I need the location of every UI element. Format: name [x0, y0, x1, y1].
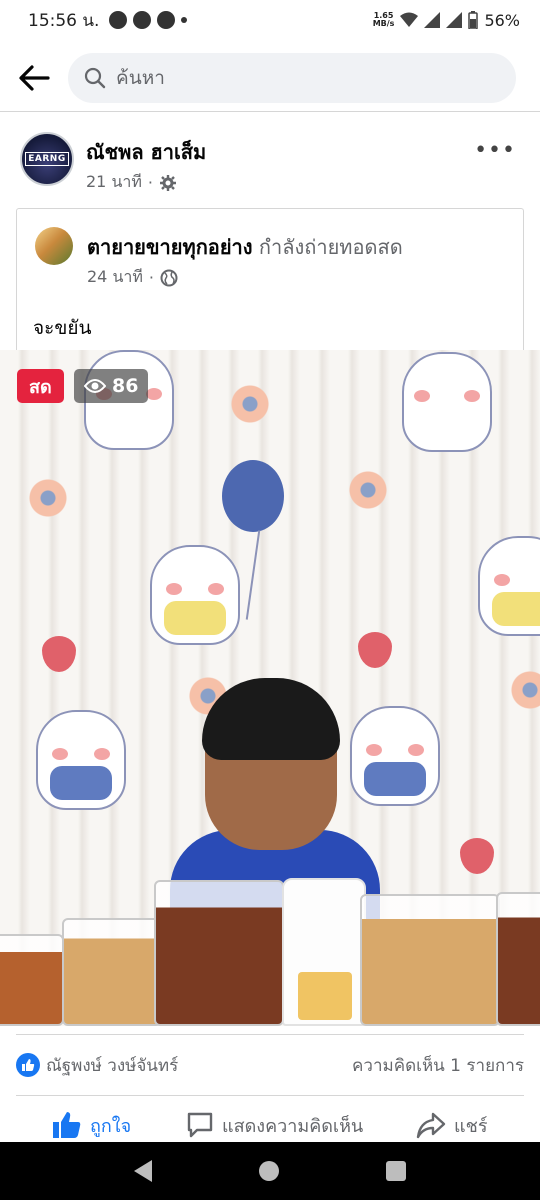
bear-pattern: [36, 710, 126, 810]
snack-bag: [154, 880, 284, 1026]
signal-icon: [424, 12, 441, 28]
viewer-count: 86: [112, 375, 139, 397]
liked-by[interactable]: ณัฐพงษ์ วงษ์จันทร์: [46, 1052, 178, 1079]
messenger-icon-2: [157, 11, 176, 29]
live-video[interactable]: สด 86: [0, 350, 540, 1026]
shared-author[interactable]: ตายายขายทุกอย่าง: [87, 235, 253, 259]
shared-author-avatar[interactable]: [35, 227, 73, 265]
search-icon: [84, 67, 106, 88]
messenger-icon: [133, 11, 152, 29]
snack-bag: [360, 894, 500, 1026]
system-nav-bar: [0, 1142, 540, 1200]
avatar-text: EARNG: [25, 152, 69, 166]
viewer-count-badge: 86: [74, 369, 149, 403]
notification-icons: [109, 11, 188, 29]
shared-author-line: ตายายขายทุกอย่าง กำลังถ่ายทอดสด: [87, 231, 403, 263]
search-header: ค้นหา: [0, 44, 540, 112]
eye-icon: [84, 379, 106, 393]
battery-percent: 56%: [484, 10, 520, 30]
author-avatar[interactable]: EARNG: [20, 132, 74, 186]
more-options-button[interactable]: •••: [474, 138, 516, 163]
like-reaction-icon: [16, 1053, 40, 1077]
bear-pattern: [402, 352, 492, 452]
post-header: EARNG ณัชพล ฮาเส็ม 21 นาที · •••: [0, 120, 540, 200]
balloon-pattern: [222, 460, 284, 532]
like-button[interactable]: ถูกใจ: [52, 1111, 131, 1140]
thumbs-up-icon: [53, 1112, 81, 1138]
comment-label: แสดงความคิดเห็น: [222, 1115, 364, 1137]
post-actions: ถูกใจ แสดงความคิดเห็น แชร์: [0, 1108, 540, 1142]
nav-recents-icon[interactable]: [386, 1161, 407, 1181]
share-icon: [416, 1112, 446, 1139]
snack-box: [282, 878, 366, 1026]
net-speed: 1.65 MB/s: [373, 12, 395, 28]
status-bar: 15:56 น. 1.65 MB/s 56%: [0, 0, 540, 40]
flower-pattern: [348, 470, 388, 510]
search-placeholder: ค้นหา: [116, 66, 165, 89]
snack-bag: [0, 934, 64, 1026]
live-badge: สด: [17, 369, 64, 403]
post-meta: 21 นาที ·: [86, 170, 177, 195]
signal-icon-2: [446, 12, 463, 28]
globe-icon: [160, 269, 178, 286]
shared-text: จะขยัน: [33, 317, 92, 339]
nav-back-icon[interactable]: [133, 1160, 152, 1182]
shared-post[interactable]: ตายายขายทุกอย่าง กำลังถ่ายทอดสด 24 นาที …: [16, 208, 524, 358]
status-time: 15:56 น.: [28, 10, 100, 31]
gear-icon: [160, 174, 177, 191]
shared-time[interactable]: 24 นาที: [87, 265, 143, 290]
flower-pattern: [230, 384, 270, 424]
arrow-left-icon: [19, 64, 50, 91]
battery-icon: [468, 11, 479, 29]
flower-pattern: [28, 478, 68, 518]
comment-icon: [187, 1112, 213, 1138]
snack-bag: [496, 892, 540, 1026]
comment-button[interactable]: แสดงความคิดเห็น: [186, 1111, 363, 1140]
back-button[interactable]: [0, 44, 68, 112]
more-notifications-icon: [181, 17, 188, 23]
meta-separator: ·: [147, 173, 154, 192]
thumbs-up-icon: [22, 1059, 35, 1071]
post-author[interactable]: ณัชพล ฮาเส็ม: [86, 136, 206, 168]
share-button[interactable]: แชร์: [416, 1111, 488, 1140]
bear-pattern: [478, 536, 540, 636]
bear-pattern: [150, 545, 240, 645]
reactions-summary[interactable]: ณัฐพงษ์ วงษ์จันทร์ ความคิดเห็น 1 รายการ: [16, 1034, 524, 1096]
snack-bag: [62, 918, 162, 1026]
share-label: แชร์: [454, 1115, 488, 1137]
wifi-icon: [400, 12, 419, 27]
shared-meta-separator: ·: [148, 268, 155, 287]
shared-activity: กำลังถ่ายทอดสด: [258, 235, 403, 259]
post-time[interactable]: 21 นาที: [86, 170, 142, 195]
message-icon: [109, 11, 128, 29]
search-input[interactable]: ค้นหา: [68, 52, 516, 103]
like-label: ถูกใจ: [90, 1115, 132, 1137]
status-right: 1.65 MB/s 56%: [373, 11, 520, 30]
comments-count[interactable]: ความคิดเห็น 1 รายการ: [352, 1052, 524, 1079]
shared-meta: 24 นาที ·: [87, 265, 178, 290]
net-speed-unit: MB/s: [372, 19, 395, 28]
nav-home-icon[interactable]: [258, 1161, 279, 1181]
streamer-hair: [202, 678, 340, 760]
snack-products: [0, 878, 540, 1026]
